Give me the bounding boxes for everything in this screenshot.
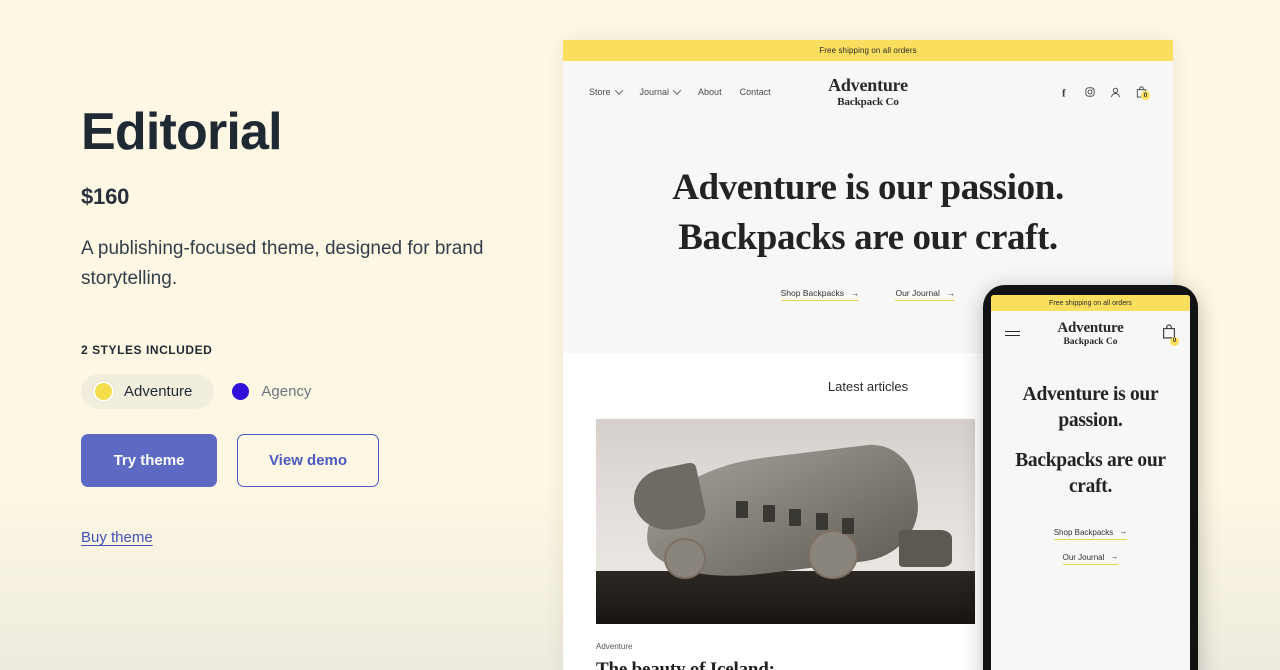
hero-link-our-journal[interactable]: Our Journal →: [895, 287, 956, 302]
preview-site-logo[interactable]: Adventure Backpack Co: [828, 75, 908, 108]
chevron-down-icon: [672, 86, 682, 95]
arrow-right-icon: →: [1119, 527, 1128, 537]
arrow-right-icon: →: [946, 287, 956, 298]
nav-item-label: Journal: [639, 87, 670, 97]
action-buttons: Try theme View demo: [81, 434, 560, 488]
plane-wreck-photo: [596, 419, 975, 625]
plane-window: [815, 513, 828, 530]
theme-price: $160: [81, 184, 130, 210]
color-swatch-agency: [232, 383, 250, 401]
article-headline: The beauty of Iceland:: [596, 659, 775, 670]
style-option-agency[interactable]: Agency: [218, 374, 333, 409]
mobile-announcement-bar: Free shipping on all orders: [991, 295, 1190, 311]
mobile-site-header: Adventure Backpack Co 0: [991, 311, 1190, 356]
cart-icon[interactable]: 0: [1136, 86, 1150, 100]
plane-wheel: [664, 538, 706, 580]
plane-window: [762, 505, 775, 522]
nav-item-contact[interactable]: Contact: [740, 87, 771, 97]
mobile-hero-link-label: Our Journal: [1062, 552, 1105, 562]
mobile-hero-heading-line-1: Adventure is our passion.: [1022, 384, 1159, 431]
nav-item-journal[interactable]: Journal: [639, 86, 682, 97]
logo-line-1: Adventure: [1057, 320, 1124, 337]
logo-line-2: Backpack Co: [1063, 336, 1118, 347]
hero-heading-line-2: Backpacks are our craft.: [678, 216, 1058, 258]
preview-header-icons: f 0: [1061, 86, 1150, 100]
styles-included-label: 2 STYLES INCLUDED: [81, 343, 213, 358]
preview-site-header: Store Journal About Contact Adventure Ba…: [563, 61, 1173, 123]
nav-item-label: Store: [589, 87, 611, 97]
plane-wheel: [808, 529, 858, 580]
style-selector: Adventure Agency: [81, 374, 560, 410]
hero-link-label: Shop Backpacks: [780, 288, 844, 299]
arrow-right-icon: →: [850, 287, 860, 298]
announcement-bar: Free shipping on all orders: [563, 40, 1173, 61]
logo-line-2: Backpack Co: [837, 95, 899, 108]
facebook-icon[interactable]: f: [1061, 87, 1070, 98]
hero-link-label: Our Journal: [895, 288, 940, 299]
hero-heading-line-1: Adventure is our passion.: [672, 167, 1064, 208]
preview-nav: Store Journal About Contact: [589, 86, 771, 97]
mobile-cart-icon[interactable]: 0: [1162, 323, 1179, 346]
view-demo-button[interactable]: View demo: [237, 434, 379, 488]
logo-line-1: Adventure: [828, 75, 908, 96]
mobile-hero-link-our-journal[interactable]: Our Journal →: [1062, 552, 1119, 565]
mobile-site-logo[interactable]: Adventure Backpack Co: [1057, 320, 1123, 347]
nav-item-store[interactable]: Store: [589, 86, 623, 97]
mobile-hero-link-label: Shop Backpacks: [1053, 527, 1114, 537]
arrow-right-icon: →: [1110, 552, 1119, 562]
account-icon[interactable]: [1110, 87, 1121, 98]
phone-screen: Free shipping on all orders Adventure Ba…: [991, 295, 1190, 670]
style-option-adventure[interactable]: Adventure: [81, 374, 215, 410]
svg-text:f: f: [1062, 87, 1066, 98]
mobile-hero-section: Adventure is our passion. Backpacks are …: [991, 356, 1190, 670]
hamburger-menu-icon[interactable]: [1005, 330, 1020, 337]
chevron-down-icon: [614, 86, 623, 95]
style-option-label: Agency: [261, 383, 312, 401]
ground-layer: [596, 570, 975, 625]
nav-item-about[interactable]: About: [698, 87, 722, 97]
buy-theme-link[interactable]: Buy theme: [81, 529, 153, 546]
mobile-cart-count-badge: 0: [1170, 336, 1179, 346]
hero-link-shop-backpacks[interactable]: Shop Backpacks →: [780, 287, 860, 302]
try-theme-button[interactable]: Try theme: [81, 434, 217, 488]
cart-count-badge: 0: [1141, 91, 1150, 100]
mobile-theme-preview[interactable]: Free shipping on all orders Adventure Ba…: [983, 285, 1198, 670]
plane-window: [842, 517, 855, 534]
article-tag: Adventure: [596, 642, 633, 652]
plane-window: [789, 509, 802, 526]
page-title: Editorial: [81, 103, 283, 161]
featured-article[interactable]: Adventure The beauty of Iceland:: [596, 419, 975, 670]
theme-details-panel: Editorial $160 A publishing-focused them…: [0, 0, 560, 670]
mobile-hero-heading-line-2: Backpacks are our craft.: [1015, 450, 1166, 498]
color-swatch-adventure: [95, 383, 112, 401]
mobile-hero-link-shop-backpacks[interactable]: Shop Backpacks →: [1053, 527, 1128, 540]
theme-description: A publishing-focused theme, designed for…: [81, 238, 484, 289]
mobile-hero-cta-links: Shop Backpacks → Our Journal →: [1005, 528, 1176, 565]
instagram-icon[interactable]: [1085, 87, 1095, 97]
style-option-label: Adventure: [124, 383, 193, 401]
plane-tail: [899, 529, 953, 567]
plane-window: [736, 501, 749, 518]
